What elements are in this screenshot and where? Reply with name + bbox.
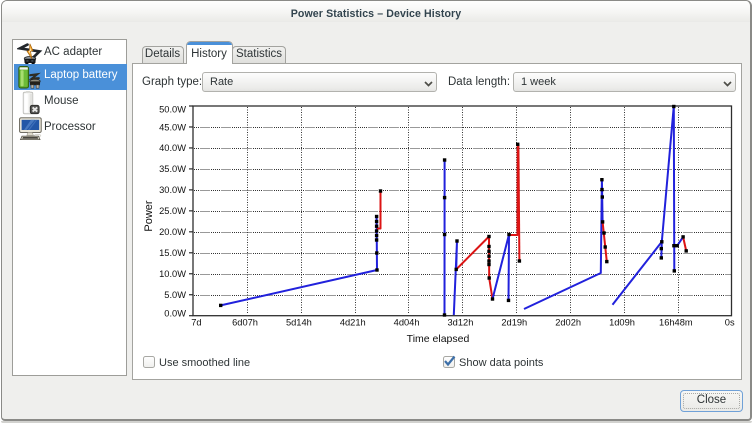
- svg-text:10.0W: 10.0W: [159, 269, 186, 279]
- svg-text:5d14h: 5d14h: [286, 317, 312, 327]
- svg-text:1d09h: 1d09h: [609, 317, 635, 327]
- svg-text:7d: 7d: [191, 317, 201, 327]
- svg-text:Time elapsed: Time elapsed: [407, 333, 470, 345]
- svg-text:40.0W: 40.0W: [159, 143, 186, 153]
- svg-text:25.0W: 25.0W: [159, 206, 186, 216]
- svg-text:2d02h: 2d02h: [555, 317, 581, 327]
- svg-text:30.0W: 30.0W: [159, 185, 186, 195]
- svg-text:6d07h: 6d07h: [232, 317, 258, 327]
- svg-text:2d19h: 2d19h: [501, 317, 527, 327]
- svg-text:16h48m: 16h48m: [659, 317, 693, 327]
- svg-text:20.0W: 20.0W: [159, 227, 186, 237]
- svg-text:Power: Power: [143, 200, 155, 232]
- svg-text:4d21h: 4d21h: [340, 317, 366, 327]
- svg-text:5.0W: 5.0W: [164, 290, 186, 300]
- svg-text:50.0W: 50.0W: [159, 104, 186, 114]
- svg-text:35.0W: 35.0W: [159, 164, 186, 174]
- svg-text:0.0W: 0.0W: [164, 309, 186, 319]
- svg-text:0s: 0s: [725, 317, 735, 327]
- svg-text:3d12h: 3d12h: [448, 317, 474, 327]
- svg-text:4d04h: 4d04h: [394, 317, 420, 327]
- svg-text:45.0W: 45.0W: [159, 122, 186, 132]
- svg-text:15.0W: 15.0W: [159, 248, 186, 258]
